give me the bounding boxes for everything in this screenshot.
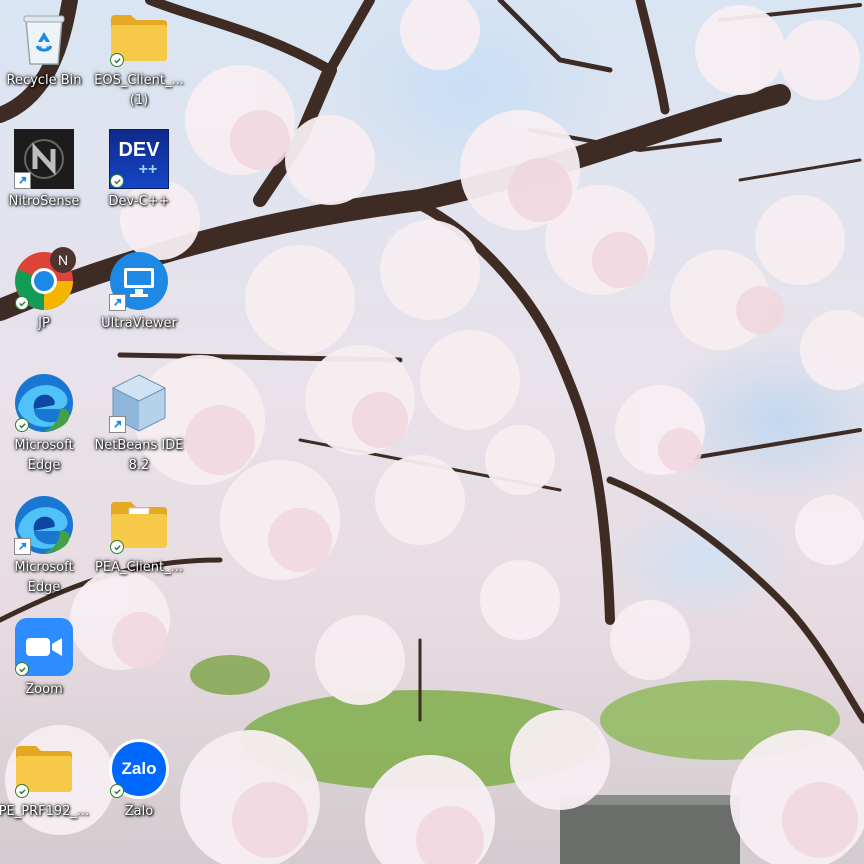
sync-check-icon [15, 418, 29, 432]
sync-check-icon [110, 540, 124, 554]
desktop-icon-chrome-jp[interactable]: N JP [1, 243, 87, 361]
zalo-logo-text: Zalo [121, 759, 157, 778]
nitrosense-icon [14, 129, 74, 189]
sync-check-icon [15, 784, 29, 798]
desktop-icon-microsoft-edge-1[interactable]: Microsoft Edge [1, 365, 87, 483]
icon-label: Zalo [124, 804, 154, 819]
icon-label: PE_PRF192_... [0, 804, 90, 819]
icon-label: NitroSense [8, 194, 80, 209]
sync-check-icon [110, 174, 124, 188]
icon-label: Recycle Bin [6, 73, 82, 88]
icon-label: JP [38, 316, 50, 331]
netbeans-icon [109, 373, 169, 433]
sync-check-icon [110, 784, 124, 798]
desktop-icon-eos-client-folder[interactable]: EOS_Client_... (1) [94, 0, 184, 118]
folder-icon [109, 8, 169, 68]
icon-label: Dev-C++ [108, 194, 170, 209]
sync-check-icon [15, 662, 29, 676]
desktop-icon-ultraviewer[interactable]: UltraViewer [96, 243, 182, 361]
shortcut-arrow-icon [109, 294, 126, 311]
desktop-icon-pe-prf192-folder[interactable]: PE_PRF192_... [0, 731, 90, 849]
desktop-icon-zoom[interactable]: Zoom [1, 609, 87, 727]
icon-label: Microsoft Edge [14, 438, 74, 473]
edge-icon [14, 495, 74, 555]
shortcut-arrow-icon [14, 172, 31, 189]
sync-check-icon [110, 53, 124, 67]
desktop-icon-nitrosense[interactable]: NitroSense [1, 121, 87, 239]
devcpp-icon: DEV ++ [109, 129, 169, 189]
chrome-icon: N [14, 247, 76, 311]
icon-label: Zoom [25, 682, 63, 697]
icon-label: PEA_Client_... [95, 560, 183, 575]
desktop-icon-recycle-bin[interactable]: Recycle Bin [1, 0, 87, 118]
shortcut-arrow-icon [109, 416, 126, 433]
folder-icon [14, 739, 74, 799]
icon-label: Microsoft Edge [14, 560, 74, 595]
icon-label: EOS_Client_... (1) [94, 73, 184, 108]
sync-check-icon [15, 296, 29, 310]
devcpp-plus: ++ [138, 161, 158, 178]
zoom-icon [14, 617, 74, 677]
desktop-icon-devcpp[interactable]: DEV ++ Dev-C++ [96, 121, 182, 239]
icon-label: NetBeans IDE 8.2 [94, 438, 184, 473]
folder-icon [109, 495, 169, 555]
desktop-icon-microsoft-edge-2[interactable]: Microsoft Edge [1, 487, 87, 605]
devcpp-text: DEV [118, 139, 160, 161]
profile-avatar-badge: N [50, 247, 76, 273]
edge-icon [14, 373, 74, 433]
desktop-icon-zalo[interactable]: Zalo Zalo [96, 731, 182, 849]
icon-label: UltraViewer [101, 316, 177, 331]
zalo-icon: Zalo [109, 739, 169, 799]
shortcut-arrow-icon [14, 538, 31, 555]
desktop-icon-pea-client-folder[interactable]: PEA_Client_... [95, 487, 183, 605]
recycle-bin-icon [14, 8, 74, 68]
desktop-icon-netbeans[interactable]: NetBeans IDE 8.2 [94, 365, 184, 483]
ultraviewer-icon [109, 251, 169, 311]
